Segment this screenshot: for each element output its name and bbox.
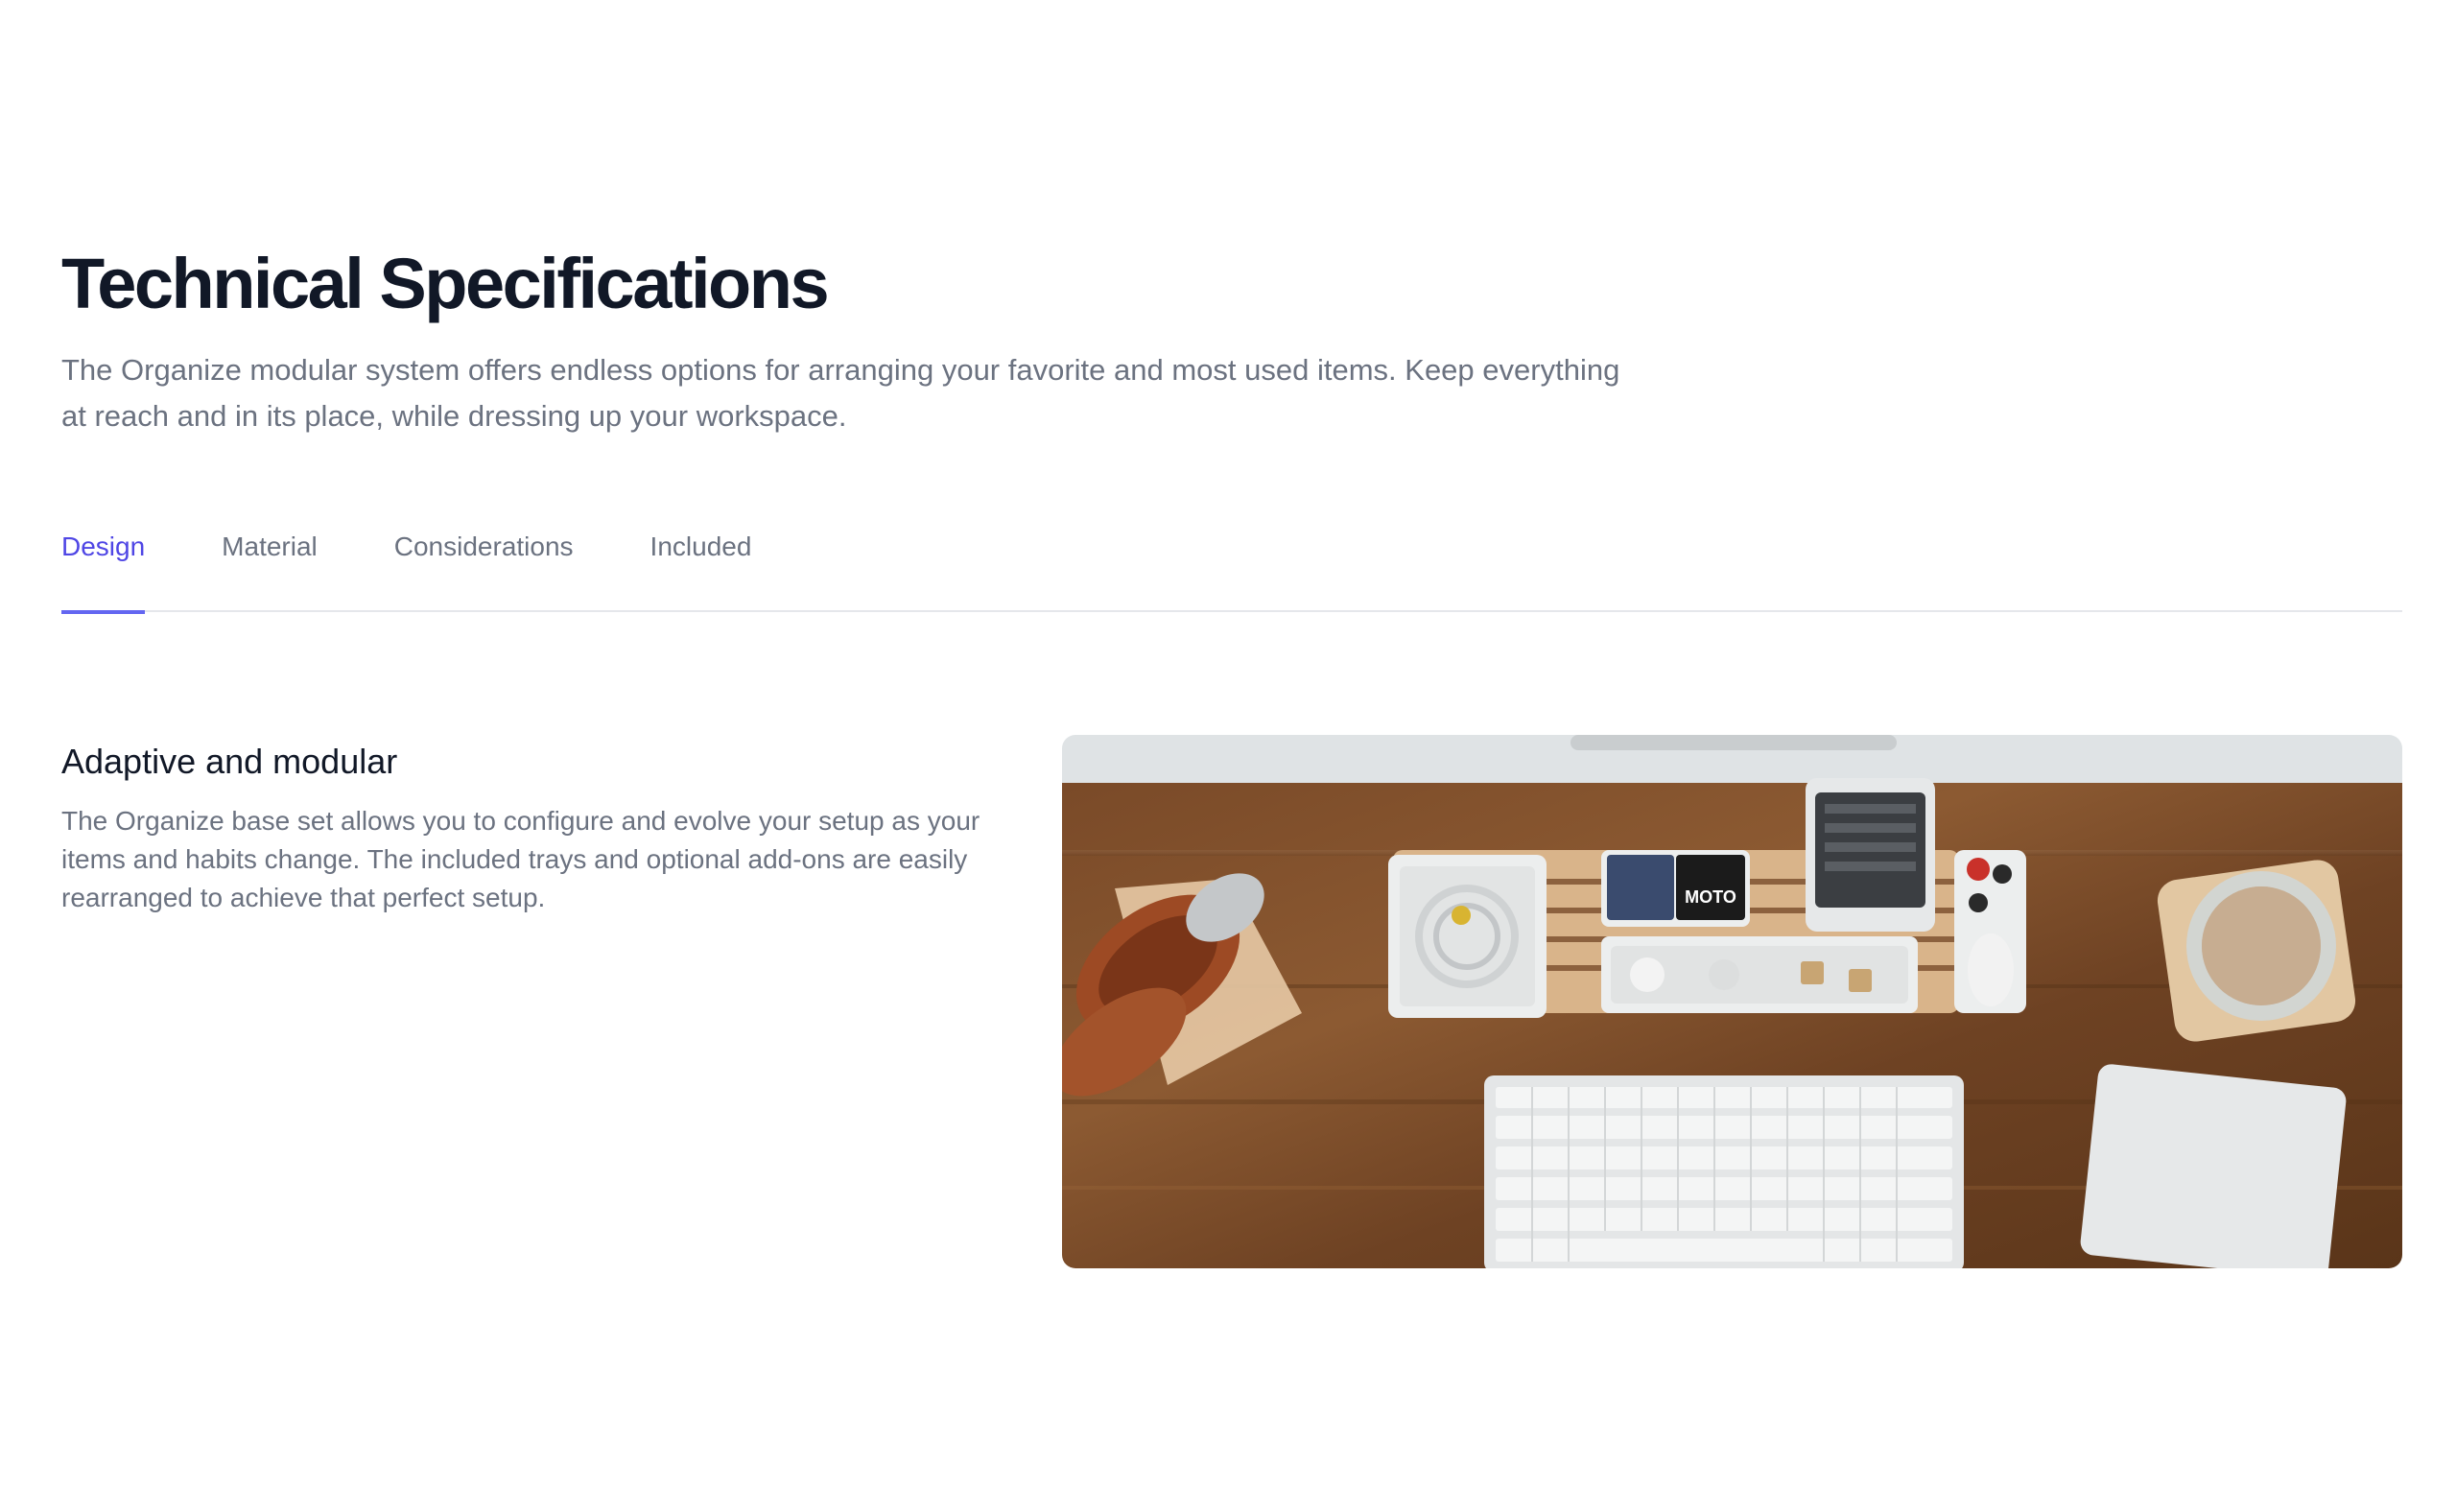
section-heading: Adaptive and modular (61, 742, 398, 781)
page-header: Technical Specifications The Organize mo… (61, 240, 2402, 439)
tab-design[interactable]: Design (61, 516, 146, 614)
page: Technical Specifications The Organize mo… (0, 0, 2456, 1512)
moto-card-text: MOTO (1685, 887, 1736, 907)
tab-considerations[interactable]: Considerations (394, 516, 574, 612)
tab-bar: Design Material Considerations Included (61, 516, 2402, 614)
tab-material[interactable]: Material (222, 516, 318, 612)
tab-included[interactable]: Included (650, 516, 752, 612)
page-subtitle: The Organize modular system offers endle… (61, 353, 1620, 433)
page-title: Technical Specifications (61, 244, 830, 323)
section-body: The Organize base set allows you to conf… (61, 806, 980, 912)
product-image: MOTO (1062, 735, 2402, 1268)
tab-panel: Adaptive and modular The Organize base s… (61, 735, 2402, 1272)
panel-text: Adaptive and modular The Organize base s… (61, 735, 1002, 917)
